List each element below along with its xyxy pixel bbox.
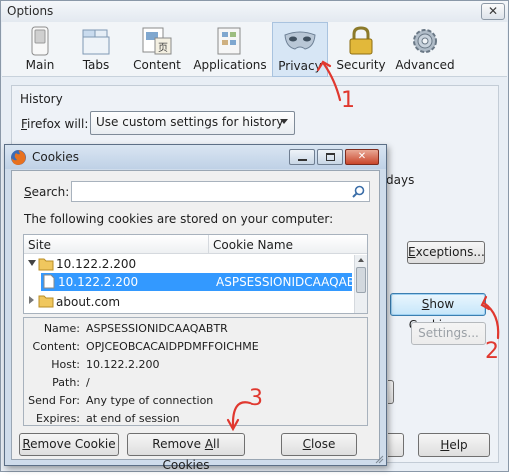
annotation-2: 2 (485, 339, 499, 364)
annotation-1: 1 (341, 88, 355, 113)
annotation-3: 3 (249, 386, 263, 411)
